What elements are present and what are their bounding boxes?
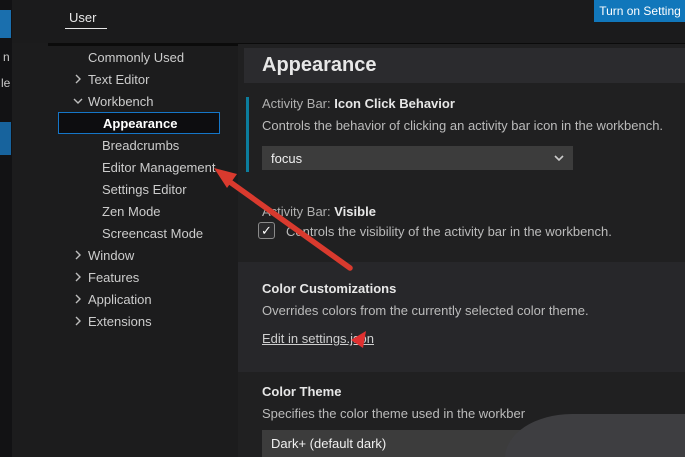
sidebar-item-text-editor[interactable]: Text Editor [12, 68, 238, 90]
overlay-window-corner [505, 414, 685, 457]
sidebar-item-window[interactable]: Window [12, 244, 238, 266]
sidebar-item-label: Workbench [88, 94, 154, 109]
sidebar-item-settings-editor[interactable]: Settings Editor [12, 178, 238, 200]
setting-description: Controls the visibility of the activity … [286, 224, 612, 239]
sidebar-item-extensions[interactable]: Extensions [12, 310, 238, 332]
tab-user[interactable]: User [57, 4, 108, 30]
page-title: Appearance [262, 54, 377, 77]
edit-in-settings-json-link[interactable]: Edit in settings.json [262, 331, 374, 346]
setting-title-icon-click-behavior: Activity Bar: Icon Click Behavior [262, 96, 455, 111]
setting-category-prefix: Activity Bar: [262, 204, 334, 219]
settings-tab-bar: User [12, 0, 685, 43]
sidebar-item-label: Window [88, 248, 134, 263]
chevron-right-icon [68, 291, 88, 307]
chevron-down-icon [68, 93, 88, 109]
sidebar-item-label: Appearance [103, 116, 177, 131]
blue-block-fragment [0, 122, 11, 155]
setting-name: Visible [334, 204, 376, 219]
vscode-settings-window: n le User Turn on Setting Commonly Used … [0, 0, 685, 457]
active-tab-underline [65, 28, 107, 29]
blue-block-fragment [0, 10, 11, 38]
modified-setting-indicator [246, 97, 249, 172]
setting-description: Specifies the color theme used in the wo… [262, 406, 525, 421]
sidebar-item-workbench[interactable]: Workbench [12, 90, 238, 112]
sidebar-item-label: Commonly Used [88, 50, 184, 65]
sidebar-item-label: Breadcrumbs [102, 138, 179, 153]
setting-title-color-theme: Color Theme [262, 384, 341, 399]
settings-tree: Commonly Used Text Editor Workbench Appe… [12, 46, 238, 332]
sidebar-item-zen-mode[interactable]: Zen Mode [12, 200, 238, 222]
icon-click-behavior-dropdown[interactable]: focus [262, 146, 573, 170]
sidebar-item-label: Screencast Mode [102, 226, 203, 241]
sidebar-item-application[interactable]: Application [12, 288, 238, 310]
setting-name: Color Theme [262, 384, 341, 399]
chevron-right-icon [68, 247, 88, 263]
sidebar-item-label: Text Editor [88, 72, 149, 87]
setting-title-color-customizations: Color Customizations [262, 281, 396, 296]
settings-main-panel: Appearance Activity Bar: Icon Click Beha… [238, 44, 685, 457]
setting-category-prefix: Activity Bar: [262, 96, 334, 111]
activity-bar-visible-checkbox[interactable]: ✓ [258, 222, 275, 239]
sidebar-item-breadcrumbs[interactable]: Breadcrumbs [12, 134, 238, 156]
dropdown-value: focus [271, 151, 554, 166]
chevron-right-icon [68, 71, 88, 87]
setting-name: Icon Click Behavior [334, 96, 455, 111]
check-icon: ✓ [261, 223, 272, 238]
sidebar-item-label: Extensions [88, 314, 152, 329]
sidebar-item-screencast-mode[interactable]: Screencast Mode [12, 222, 238, 244]
text-fragment: le [1, 76, 10, 90]
sidebar-item-label: Features [88, 270, 139, 285]
setting-title-activity-bar-visible: Activity Bar: Visible [262, 204, 376, 219]
sidebar-item-label: Editor Management [102, 160, 215, 175]
chevron-down-icon [554, 155, 564, 162]
sidebar-item-label: Zen Mode [102, 204, 161, 219]
page-title-bar: Appearance [244, 48, 685, 83]
sidebar-item-features[interactable]: Features [12, 266, 238, 288]
chevron-right-icon [68, 313, 88, 329]
sidebar-item-appearance[interactable]: Appearance [58, 112, 220, 134]
setting-description: Overrides colors from the currently sele… [262, 303, 589, 318]
sidebar-item-editor-management[interactable]: Editor Management [12, 156, 238, 178]
sidebar-item-label: Application [88, 292, 152, 307]
sidebar-item-commonly-used[interactable]: Commonly Used [12, 46, 238, 68]
setting-name: Color Customizations [262, 281, 396, 296]
setting-description: Controls the behavior of clicking an act… [262, 118, 663, 133]
sidebar-item-label: Settings Editor [102, 182, 187, 197]
turn-on-settings-sync-button[interactable]: Turn on Setting [594, 0, 685, 22]
chevron-right-icon [68, 269, 88, 285]
left-edge-window-sliver: n le [0, 0, 12, 457]
text-fragment: n [3, 50, 10, 64]
